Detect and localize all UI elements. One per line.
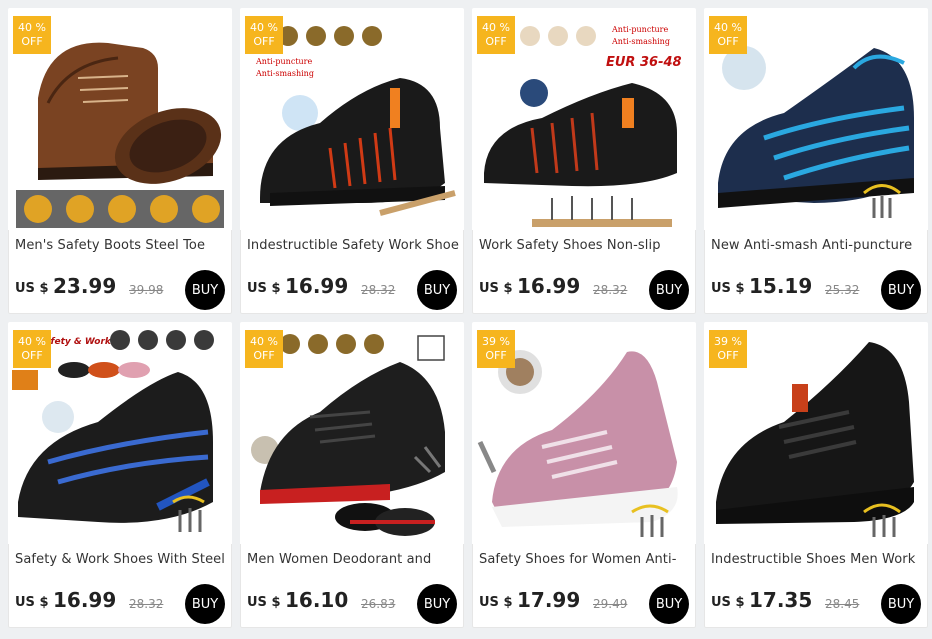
discount-off-label: OFF [21, 35, 43, 48]
original-price: 25.32 [825, 283, 860, 297]
discount-badge: 40 % OFF [13, 16, 51, 54]
product-card[interactable]: 40 % OFF New Anti-smash Anti-puncture US… [704, 8, 928, 314]
product-card[interactable]: Anti-puncture Anti-smashing 40 % OFF Ind… [240, 8, 464, 314]
product-title[interactable]: Indestructible Safety Work Shoes [247, 238, 459, 253]
original-price: 28.32 [129, 597, 164, 611]
discount-percent: 40 % [714, 21, 742, 34]
currency-label: US $ [15, 595, 49, 610]
discount-off-label: OFF [253, 35, 275, 48]
product-title[interactable]: Men's Safety Boots Steel Toe [15, 238, 227, 253]
discount-badge: 40 % OFF [477, 16, 515, 54]
current-price: 16.99 [517, 274, 581, 298]
overlay-text: Anti-puncture [255, 57, 313, 66]
original-price: 39.98 [129, 283, 164, 297]
discount-percent: 40 % [482, 21, 510, 34]
current-price: 17.35 [749, 588, 813, 612]
buy-button[interactable]: BUY [649, 584, 689, 624]
buy-button[interactable]: BUY [649, 270, 689, 310]
current-price: 17.99 [517, 588, 581, 612]
price-row: US $ 16.99 28.32 BUY [479, 270, 691, 310]
discount-percent: 40 % [18, 21, 46, 34]
original-price: 28.45 [825, 597, 860, 611]
current-price: 23.99 [53, 274, 117, 298]
discount-badge: 40 % OFF [709, 16, 747, 54]
original-price: 29.49 [593, 597, 628, 611]
overlay-text: Anti-smashing [255, 69, 314, 78]
product-title[interactable]: Men Women Deodorant and [247, 552, 459, 567]
original-price: 26.83 [361, 597, 396, 611]
discount-percent: 40 % [18, 335, 46, 348]
currency-label: US $ [479, 595, 513, 610]
discount-percent: 39 % [714, 335, 742, 348]
current-price: 15.19 [749, 274, 813, 298]
product-title[interactable]: Indestructible Shoes Men Work [711, 552, 923, 567]
price-row: US $ 17.99 29.49 BUY [479, 584, 691, 624]
current-price: 16.10 [285, 588, 349, 612]
product-card[interactable]: Anti-puncture Anti-smashing EUR 36-48 40… [472, 8, 696, 314]
discount-off-label: OFF [21, 349, 43, 362]
currency-label: US $ [711, 281, 745, 296]
buy-button[interactable]: BUY [185, 584, 225, 624]
discount-off-label: OFF [717, 349, 739, 362]
currency-label: US $ [247, 595, 281, 610]
discount-percent: 40 % [250, 21, 278, 34]
discount-off-label: OFF [485, 349, 507, 362]
currency-label: US $ [711, 595, 745, 610]
discount-off-label: OFF [485, 35, 507, 48]
price-row: US $ 15.19 25.32 BUY [711, 270, 923, 310]
original-price: 28.32 [593, 283, 628, 297]
buy-button[interactable]: BUY [881, 270, 921, 310]
current-price: 16.99 [53, 588, 117, 612]
buy-button[interactable]: BUY [185, 270, 225, 310]
product-card[interactable]: Safety & Work 40 % OFF Safety & Work Sho… [8, 322, 232, 628]
buy-button[interactable]: BUY [881, 584, 921, 624]
price-row: US $ 16.10 26.83 BUY [247, 584, 459, 624]
discount-off-label: OFF [717, 35, 739, 48]
price-row: US $ 23.99 39.98 BUY [15, 270, 227, 310]
price-row: US $ 16.99 28.32 BUY [247, 270, 459, 310]
product-title[interactable]: New Anti-smash Anti-puncture [711, 238, 923, 253]
discount-off-label: OFF [253, 349, 275, 362]
discount-badge: 40 % OFF [245, 330, 283, 368]
discount-badge: 39 % OFF [709, 330, 747, 368]
currency-label: US $ [247, 281, 281, 296]
discount-percent: 40 % [250, 335, 278, 348]
product-title[interactable]: Safety Shoes for Women Anti- [479, 552, 691, 567]
product-card[interactable]: 40 % OFF Men Women Deodorant and US $ 16… [240, 322, 464, 628]
overlay-text: Anti-puncture [611, 25, 669, 34]
buy-button[interactable]: BUY [417, 270, 457, 310]
original-price: 28.32 [361, 283, 396, 297]
product-title[interactable]: Safety & Work Shoes With Steel [15, 552, 227, 567]
overlay-text: Anti-smashing [611, 37, 670, 46]
product-card[interactable]: 39 % OFF Indestructible Shoes Men Work U… [704, 322, 928, 628]
discount-badge: 40 % OFF [245, 16, 283, 54]
discount-badge: 40 % OFF [13, 330, 51, 368]
product-card[interactable]: 40 % OFF Men's Safety Boots Steel Toe US… [8, 8, 232, 314]
discount-percent: 39 % [482, 335, 510, 348]
product-card[interactable]: 39 % OFF Safety Shoes for Women Anti- US… [472, 322, 696, 628]
currency-label: US $ [479, 281, 513, 296]
product-grid: 40 % OFF Men's Safety Boots Steel Toe US… [0, 0, 928, 628]
price-row: US $ 17.35 28.45 BUY [711, 584, 923, 624]
buy-button[interactable]: BUY [417, 584, 457, 624]
product-title[interactable]: Work Safety Shoes Non-slip [479, 238, 691, 253]
current-price: 16.99 [285, 274, 349, 298]
size-range-text: EUR 36-48 [606, 55, 682, 70]
price-row: US $ 16.99 28.32 BUY [15, 584, 227, 624]
currency-label: US $ [15, 281, 49, 296]
discount-badge: 39 % OFF [477, 330, 515, 368]
